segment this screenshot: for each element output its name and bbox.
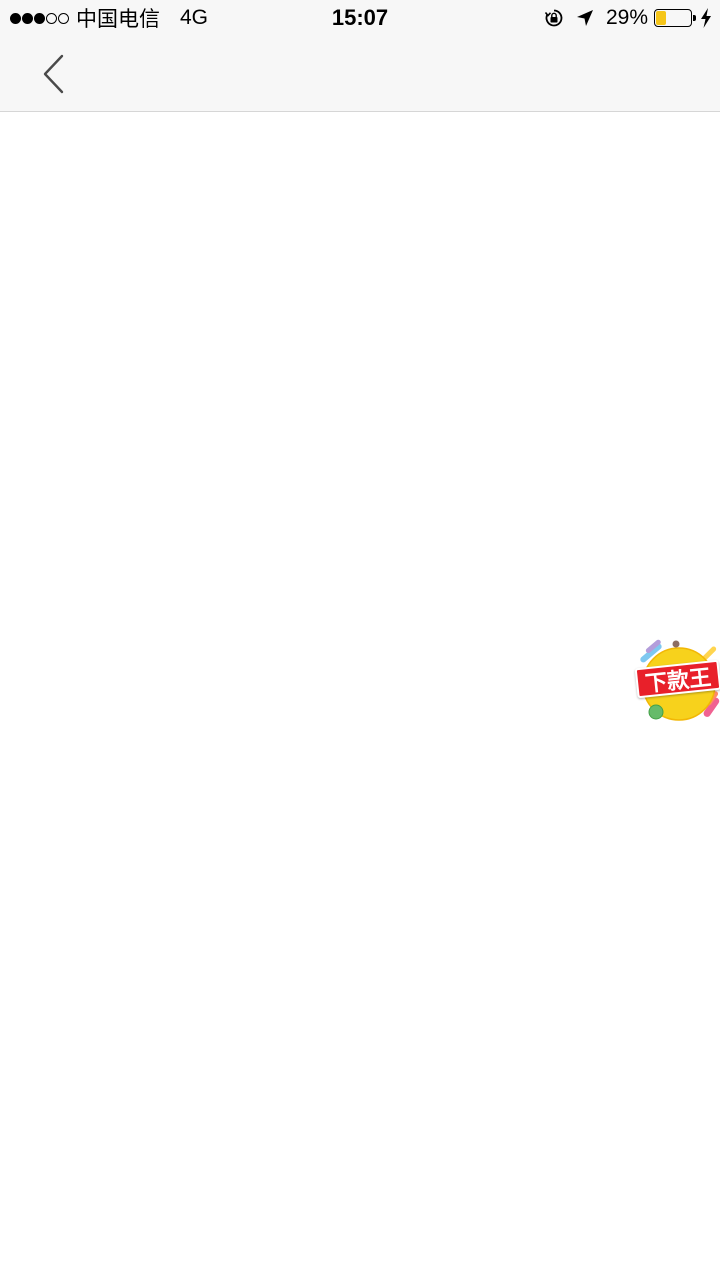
chevron-left-icon [43, 54, 64, 94]
content-area [0, 112, 720, 1280]
battery-percent: 29% [605, 6, 648, 29]
screen: 中国电信 4G 15:07 29% 下款王 [0, 0, 720, 1280]
battery-fill [656, 11, 667, 25]
battery-icon [654, 9, 696, 27]
floating-badge[interactable]: 下款王 [634, 636, 720, 728]
charging-bolt-icon [700, 8, 712, 28]
location-arrow-icon [576, 9, 594, 27]
rotation-lock-icon [544, 8, 564, 28]
nav-bar [0, 36, 720, 112]
status-right: 29% [544, 4, 712, 32]
back-button[interactable] [30, 50, 78, 98]
status-bar: 中国电信 4G 15:07 29% [0, 0, 720, 36]
